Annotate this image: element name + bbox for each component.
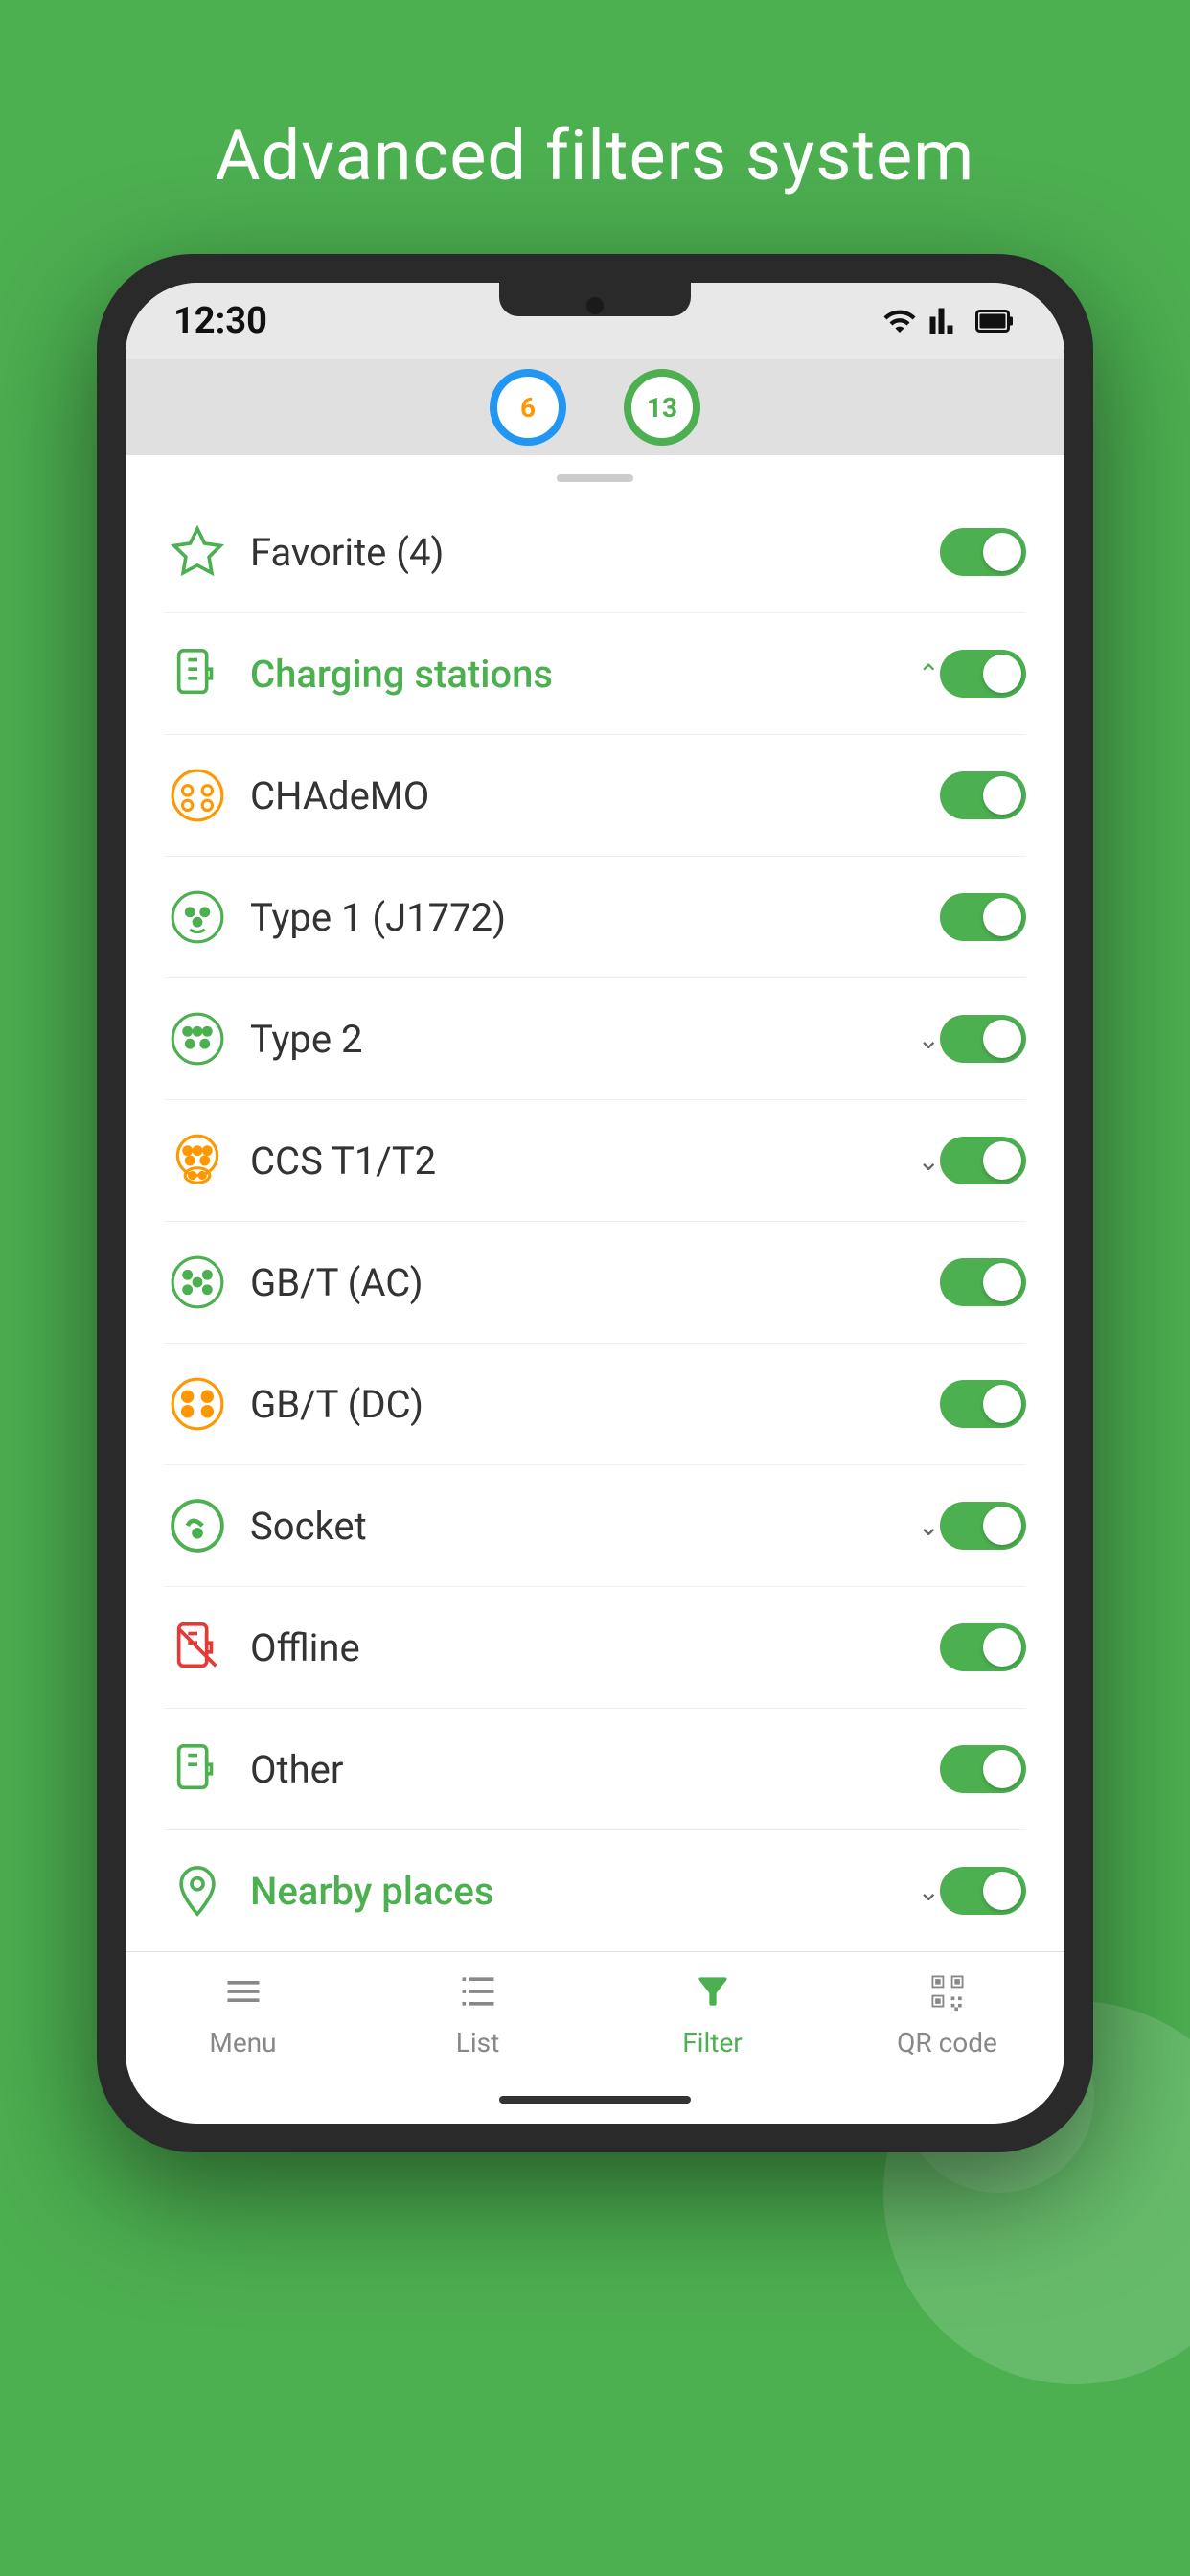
charger-icon: [164, 640, 231, 707]
chevron-down-socket-icon: ⌄: [918, 1510, 940, 1542]
filter-label-ccs: CCS T1/T2: [250, 1138, 908, 1184]
connector-ccs-icon: [164, 1127, 231, 1194]
chevron-up-icon: ⌃: [918, 658, 940, 690]
toggle-gbt-ac[interactable]: [940, 1258, 1026, 1306]
location-icon: [164, 1857, 231, 1924]
filter-item-type1[interactable]: Type 1 (J1772): [164, 857, 1026, 978]
phone-inner: 12:30 6 13: [126, 283, 1064, 2124]
toggle-type1[interactable]: [940, 893, 1026, 941]
status-icons: [882, 304, 1017, 338]
filter-label-socket: Socket: [250, 1504, 908, 1549]
filter-list: Favorite (4) Charging stations ⌃: [126, 492, 1064, 1951]
list-icon: [457, 1970, 499, 2019]
battery-icon: [974, 304, 1017, 338]
signal-icon: [882, 304, 917, 338]
page-title: Advanced filters system: [216, 115, 975, 196]
toggle-offline[interactable]: [940, 1623, 1026, 1671]
signal-bars-icon: [928, 304, 963, 338]
filter-item-chademo[interactable]: CHAdeMO: [164, 735, 1026, 857]
nav-item-list[interactable]: List: [360, 1952, 595, 2076]
filter-item-gbt-ac[interactable]: GB/T (AC): [164, 1222, 1026, 1344]
filter-item-ccs[interactable]: CCS T1/T2 ⌄: [164, 1100, 1026, 1222]
filter-item-charging-stations[interactable]: Charging stations ⌃: [164, 613, 1026, 735]
nav-item-filter[interactable]: Filter: [595, 1952, 830, 2076]
filter-item-type2[interactable]: Type 2 ⌄: [164, 978, 1026, 1100]
filter-label-chademo: CHAdeMO: [250, 773, 940, 818]
toggle-nearby-places[interactable]: [940, 1867, 1026, 1915]
filter-icon: [692, 1970, 734, 2019]
drawer-handle[interactable]: [126, 455, 1064, 492]
toggle-chademo[interactable]: [940, 771, 1026, 819]
toggle-charging-stations[interactable]: [940, 650, 1026, 698]
home-indicator: [126, 2076, 1064, 2124]
map-preview: 6 13: [126, 359, 1064, 455]
filter-label-type2: Type 2: [250, 1017, 908, 1062]
filter-label-other: Other: [250, 1747, 940, 1792]
filter-label-gbt-dc: GB/T (DC): [250, 1382, 940, 1427]
nav-item-menu[interactable]: Menu: [126, 1952, 360, 2076]
toggle-gbt-dc[interactable]: [940, 1380, 1026, 1428]
filter-item-favorite[interactable]: Favorite (4): [164, 492, 1026, 613]
chevron-down-type2-icon: ⌄: [918, 1024, 940, 1055]
status-bar: 12:30: [126, 283, 1064, 359]
map-marker-1: 6: [490, 369, 566, 446]
nav-label-qrcode: QR code: [897, 2027, 997, 2058]
menu-icon: [222, 1970, 264, 2019]
chevron-down-nearby-icon: ⌄: [918, 1875, 940, 1907]
filter-label-charging-stations: Charging stations: [250, 652, 908, 697]
filter-item-offline[interactable]: Offline: [164, 1587, 1026, 1709]
drawer-handle-bar: [557, 474, 633, 482]
filter-item-socket[interactable]: Socket ⌄: [164, 1465, 1026, 1587]
toggle-type2[interactable]: [940, 1015, 1026, 1063]
charger-other-icon: [164, 1736, 231, 1803]
socket-icon: [164, 1492, 231, 1559]
connector-type2-icon: [164, 1005, 231, 1072]
toggle-socket[interactable]: [940, 1502, 1026, 1550]
filter-item-gbt-dc[interactable]: GB/T (DC): [164, 1344, 1026, 1465]
charger-offline-icon: [164, 1614, 231, 1681]
connector-gbt-ac-icon: [164, 1249, 231, 1316]
filter-label-offline: Offline: [250, 1625, 940, 1670]
connector-chademo-icon: [164, 762, 231, 829]
nav-label-list: List: [456, 2027, 500, 2058]
filter-label-favorite: Favorite (4): [250, 530, 940, 575]
connector-type1-icon: [164, 884, 231, 951]
toggle-favorite[interactable]: [940, 528, 1026, 576]
filter-label-gbt-ac: GB/T (AC): [250, 1260, 940, 1305]
nav-item-qrcode[interactable]: QR code: [830, 1952, 1064, 2076]
home-bar: [499, 2096, 691, 2104]
bottom-nav: Menu List Filter: [126, 1951, 1064, 2076]
star-icon: [164, 518, 231, 586]
map-marker-2: 13: [624, 369, 700, 446]
filter-label-nearby-places: Nearby places: [250, 1869, 908, 1914]
nav-label-filter: Filter: [682, 2027, 743, 2058]
notch: [499, 283, 691, 316]
filter-label-type1: Type 1 (J1772): [250, 895, 940, 940]
phone-frame: 12:30 6 13: [97, 254, 1093, 2152]
toggle-other[interactable]: [940, 1745, 1026, 1793]
qrcode-icon: [927, 1970, 969, 2019]
nav-label-menu: Menu: [209, 2027, 276, 2058]
toggle-ccs[interactable]: [940, 1137, 1026, 1184]
camera-dot: [586, 297, 604, 314]
filter-item-other[interactable]: Other: [164, 1709, 1026, 1830]
chevron-down-ccs-icon: ⌄: [918, 1145, 940, 1177]
filter-item-nearby-places[interactable]: Nearby places ⌄: [164, 1830, 1026, 1951]
status-time: 12:30: [173, 300, 267, 342]
connector-gbt-dc-icon: [164, 1370, 231, 1438]
